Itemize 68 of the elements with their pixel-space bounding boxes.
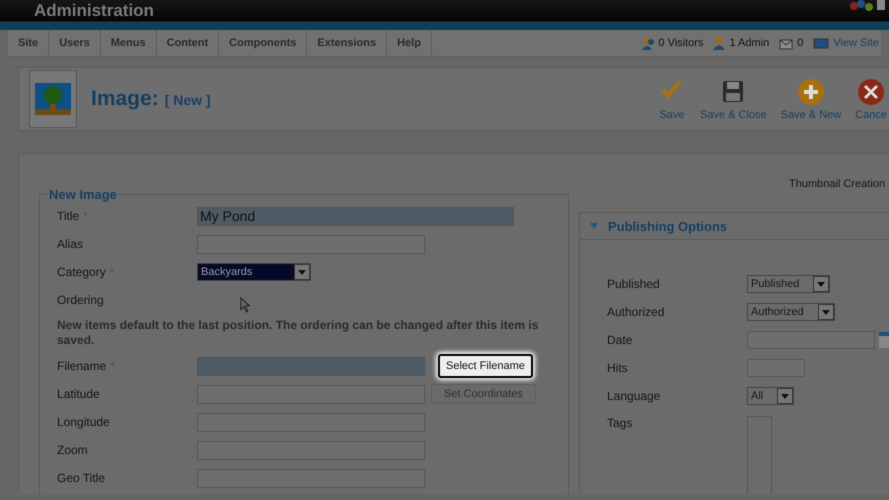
text-field[interactable] <box>197 412 425 432</box>
field-label: Geo Title <box>57 471 106 485</box>
caret-icon <box>777 388 794 404</box>
dropdown[interactable]: Authorized <box>747 303 835 321</box>
field-label: Filename <box>57 359 106 373</box>
menu-item[interactable]: Site <box>8 30 50 56</box>
field-label: Published <box>607 277 661 291</box>
status-text: 1 Admin <box>729 37 770 49</box>
required-mark: * <box>83 209 88 223</box>
calendar-icon <box>879 332 889 348</box>
required-mark: * <box>110 265 114 279</box>
tree-picture-icon <box>35 83 71 115</box>
field-label: Language <box>607 389 662 403</box>
menu-item[interactable]: Menus <box>100 30 157 56</box>
section-title: New Image <box>48 187 118 202</box>
field-label: Zoom <box>57 443 88 457</box>
text-field[interactable] <box>197 356 425 376</box>
dropdown[interactable]: Published <box>747 275 830 293</box>
text-field[interactable] <box>197 468 425 488</box>
field-label: Date <box>607 333 634 347</box>
ordering-note: New items default to the last position. The ordering can be changed after this item is saved. <box>57 317 540 349</box>
plus-circle-icon <box>796 78 825 106</box>
view-site-link[interactable]: View Site <box>833 37 879 49</box>
field-label: Longitude <box>57 415 110 429</box>
field-label: Tags <box>607 415 634 430</box>
field-label: Ordering <box>57 293 105 307</box>
close-icon <box>857 78 886 106</box>
monitor-icon <box>813 36 830 50</box>
text-field[interactable] <box>197 440 425 460</box>
toolbar-button[interactable]: Save <box>658 78 686 120</box>
dropdown[interactable]: All <box>747 387 794 405</box>
action-button[interactable]: Set Coordinates <box>431 384 536 404</box>
menu-item[interactable]: Users <box>49 30 101 56</box>
menu-item[interactable]: Components <box>219 30 308 56</box>
menu-item[interactable]: Extensions <box>307 30 388 56</box>
status-text: 0 <box>797 37 804 49</box>
category-dropdown[interactable]: Backyards <box>197 263 311 281</box>
menu-item[interactable]: Content <box>156 30 220 56</box>
field-label: Category <box>57 265 106 279</box>
cursor-icon <box>240 297 251 313</box>
page-subtitle: [ New ] <box>164 92 211 108</box>
panel-header[interactable]: Publishing Options <box>580 213 889 240</box>
hits-field[interactable] <box>747 359 805 377</box>
text-field[interactable]: My Pond <box>197 206 514 226</box>
text-field[interactable] <box>197 234 425 254</box>
caret-icon <box>818 304 834 320</box>
caret-icon <box>294 264 310 280</box>
status-text: 0 Visitors <box>658 37 704 49</box>
toolbar-button[interactable]: Save & Close <box>700 78 767 120</box>
field-label: Authorized <box>607 305 666 319</box>
toolbar-button[interactable]: Cance <box>855 78 887 120</box>
users-icon <box>642 36 654 50</box>
page-title: Image: <box>91 87 159 111</box>
field-label: Latitude <box>57 387 100 401</box>
text-field[interactable] <box>197 384 425 404</box>
field-label: Hits <box>607 361 629 375</box>
caret-icon <box>813 276 830 292</box>
date-field[interactable] <box>747 331 875 349</box>
field-label: Title <box>57 209 80 223</box>
required-mark: * <box>110 359 116 373</box>
field-label: Alias <box>57 237 84 251</box>
action-button[interactable]: Select Filename <box>438 354 533 378</box>
toolbar-button[interactable]: Save & New <box>780 78 842 120</box>
app-title: Administration <box>34 0 154 21</box>
thumbnail-label: Thumbnail Creation <box>789 178 885 190</box>
envelope-icon <box>779 36 794 50</box>
user-icon <box>713 36 726 50</box>
menu-item[interactable]: Help <box>387 30 432 56</box>
